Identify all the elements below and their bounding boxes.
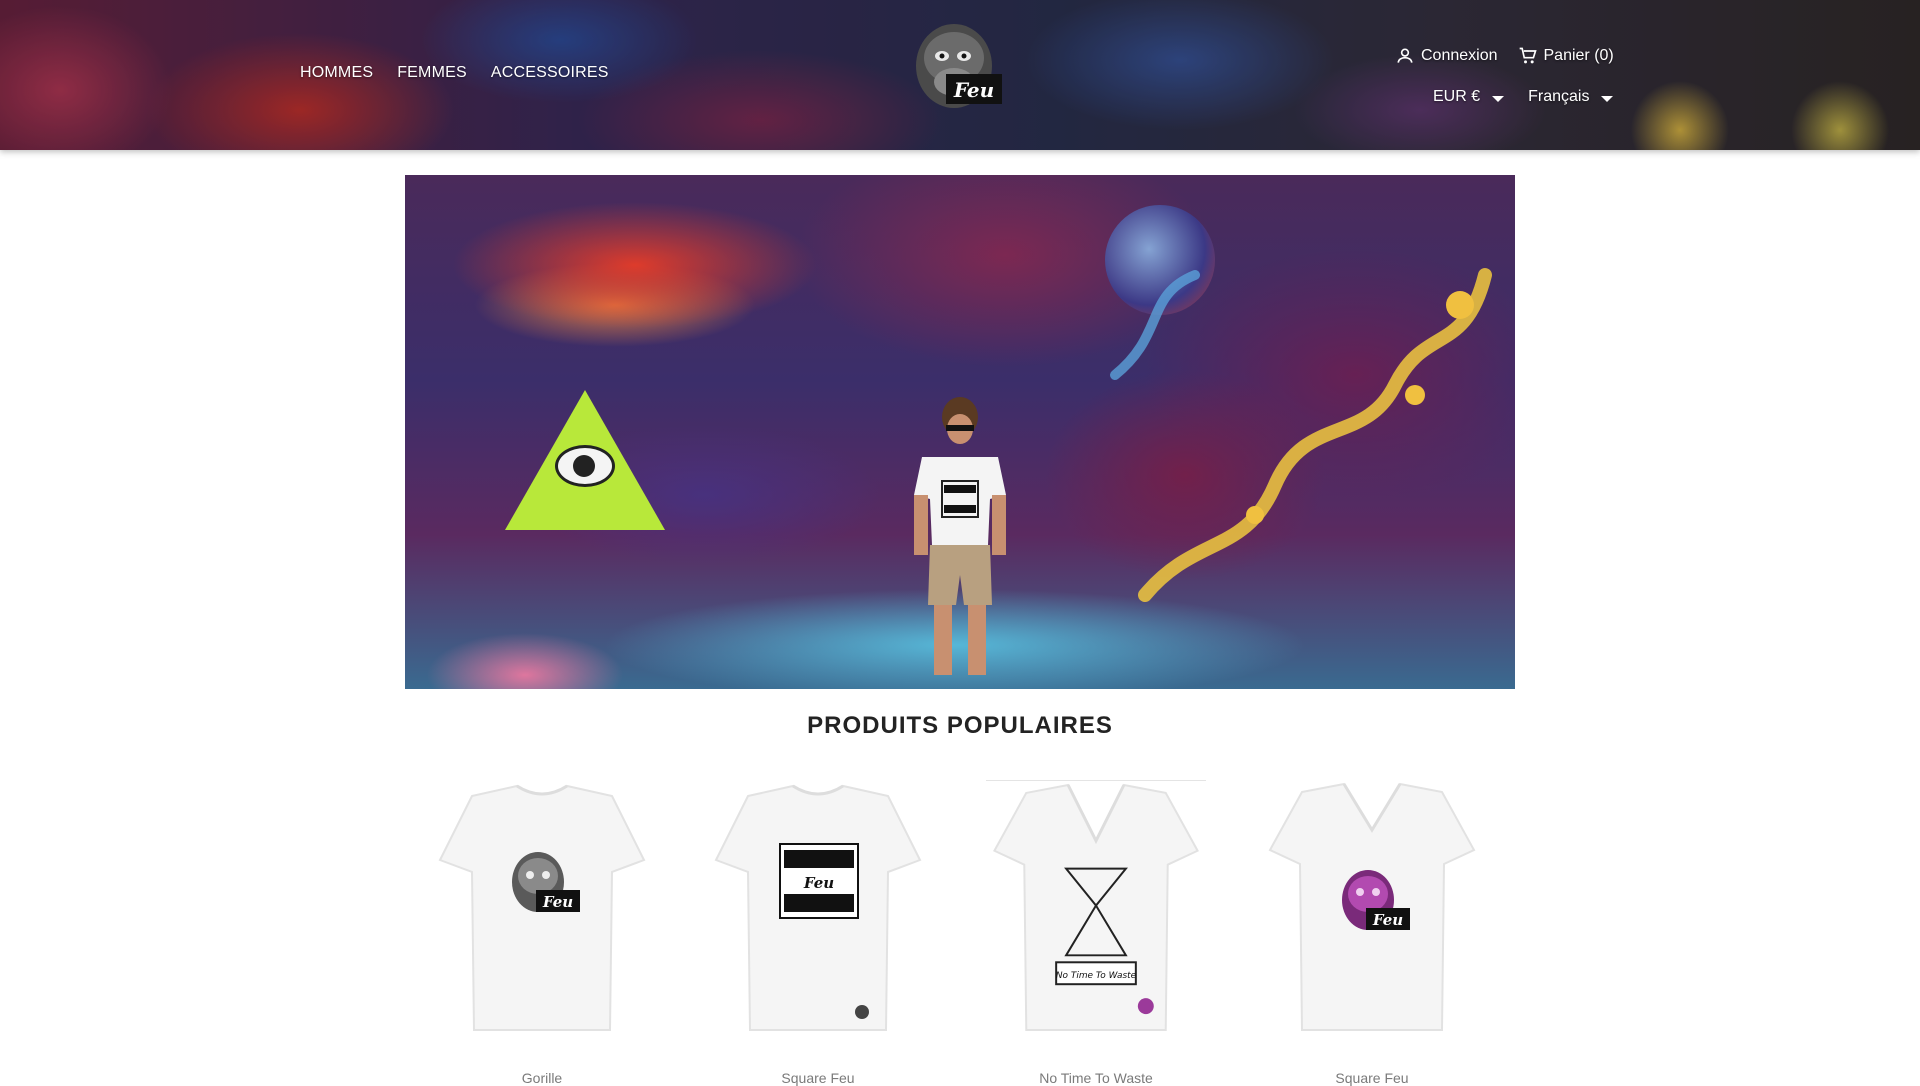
svg-text:Feu: Feu bbox=[1372, 911, 1403, 929]
cart-label: Panier (0) bbox=[1543, 47, 1614, 64]
selectors: EUR € Français bbox=[1433, 88, 1614, 106]
connexion-link[interactable]: Connexion bbox=[1395, 46, 1498, 66]
cart-icon bbox=[1519, 47, 1537, 64]
section-title: PRODUITS POPULAIRES bbox=[807, 712, 1113, 739]
model-figure bbox=[914, 397, 1006, 675]
site-header: HOMMES FEMMES ACCESSOIRES Feu Connexion bbox=[0, 0, 1920, 150]
user-icon bbox=[1397, 48, 1413, 63]
nav-hommes[interactable]: HOMMES bbox=[300, 64, 373, 82]
product-image[interactable]: No Time To Waste bbox=[986, 780, 1206, 1035]
chevron-down-icon bbox=[1492, 96, 1505, 102]
product-card[interactable]: Feu Gorille bbox=[432, 780, 652, 1086]
yellow-swirl-graphic bbox=[1110, 268, 1492, 602]
chevron-down-icon bbox=[1601, 96, 1614, 102]
svg-text:Feu: Feu bbox=[803, 874, 834, 892]
product-list: Feu Gorille Feu Square Feu No Time To Wa… bbox=[432, 780, 1488, 1086]
product-name[interactable]: Square Feu bbox=[1262, 1070, 1482, 1086]
product-name[interactable]: Square Feu bbox=[708, 1070, 928, 1086]
language-selector[interactable]: Français bbox=[1528, 88, 1614, 106]
product-name[interactable]: Gorille bbox=[432, 1070, 652, 1086]
gorilla-logo-icon: Feu bbox=[916, 24, 1002, 108]
nav-accessoires[interactable]: ACCESSOIRES bbox=[491, 64, 609, 82]
product-image[interactable]: Feu bbox=[1262, 780, 1482, 1035]
cart-link[interactable]: Panier (0) bbox=[1518, 46, 1614, 66]
hero-banner[interactable] bbox=[405, 175, 1515, 689]
pyramid-pupil-graphic bbox=[573, 455, 595, 477]
svg-text:Feu: Feu bbox=[542, 893, 573, 911]
svg-text:No Time To Waste: No Time To Waste bbox=[1056, 971, 1137, 981]
site-logo[interactable]: Feu bbox=[910, 18, 1006, 118]
product-image[interactable]: Feu bbox=[432, 780, 652, 1035]
main-nav: HOMMES FEMMES ACCESSOIRES bbox=[300, 64, 609, 82]
product-card[interactable]: No Time To Waste No Time To Waste bbox=[986, 780, 1206, 1086]
product-card[interactable]: Feu Square Feu bbox=[708, 780, 928, 1086]
product-card[interactable]: Feu Square Feu bbox=[1262, 780, 1482, 1086]
connexion-label: Connexion bbox=[1421, 47, 1498, 64]
language-value: Français bbox=[1528, 88, 1590, 105]
currency-selector[interactable]: EUR € bbox=[1433, 88, 1505, 106]
user-area: Connexion Panier (0) bbox=[1395, 46, 1614, 66]
currency-value: EUR € bbox=[1433, 88, 1481, 105]
nav-femmes[interactable]: FEMMES bbox=[397, 64, 467, 82]
product-image[interactable]: Feu bbox=[708, 780, 928, 1035]
product-name[interactable]: No Time To Waste bbox=[986, 1070, 1206, 1086]
svg-text:Feu: Feu bbox=[953, 78, 994, 102]
